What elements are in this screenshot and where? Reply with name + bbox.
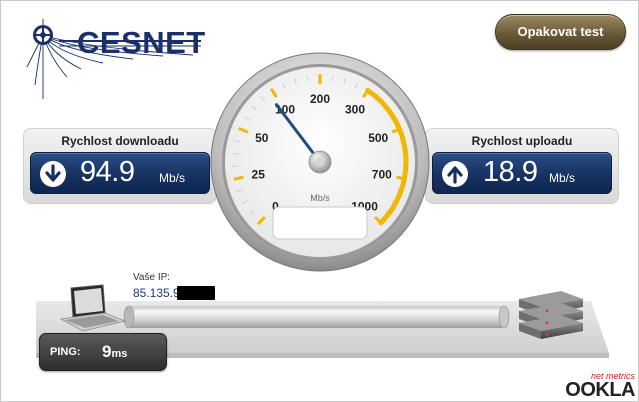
ping-value: 9ms	[102, 342, 127, 362]
ip-value: 85.135.9	[133, 286, 180, 300]
gauge-scale-label: 500	[368, 131, 388, 145]
ookla-logo: net metrics OOKLA	[565, 371, 637, 401]
connection-tube	[129, 306, 504, 328]
gauge-unit: Mb/s	[310, 193, 330, 203]
ip-redacted-block	[177, 286, 215, 300]
server-icon	[519, 291, 583, 339]
gauge-scale-label: 200	[310, 92, 330, 106]
gauge-major-tick	[233, 175, 244, 181]
gauge-minor-tick	[232, 152, 239, 155]
ping-unit: ms	[111, 348, 128, 360]
ookla-wordmark: OOKLA	[565, 379, 635, 401]
gauge-scale-label: 700	[372, 167, 392, 181]
speed-gauge: 025501002003005007001000 Mb/s	[210, 52, 430, 272]
gauge-scale-label: 50	[255, 131, 269, 145]
speedtest-app: CESNET Opakovat test Rychlost downloadu …	[0, 0, 639, 402]
ip-label: Vaše IP:	[133, 272, 171, 283]
gauge-display-window	[272, 206, 368, 240]
gauge-scale-label: 300	[345, 103, 365, 117]
gauge-scale-label: 25	[252, 167, 266, 181]
ping-label: PING:	[50, 346, 81, 358]
ping-box: PING: 9ms	[39, 333, 167, 371]
